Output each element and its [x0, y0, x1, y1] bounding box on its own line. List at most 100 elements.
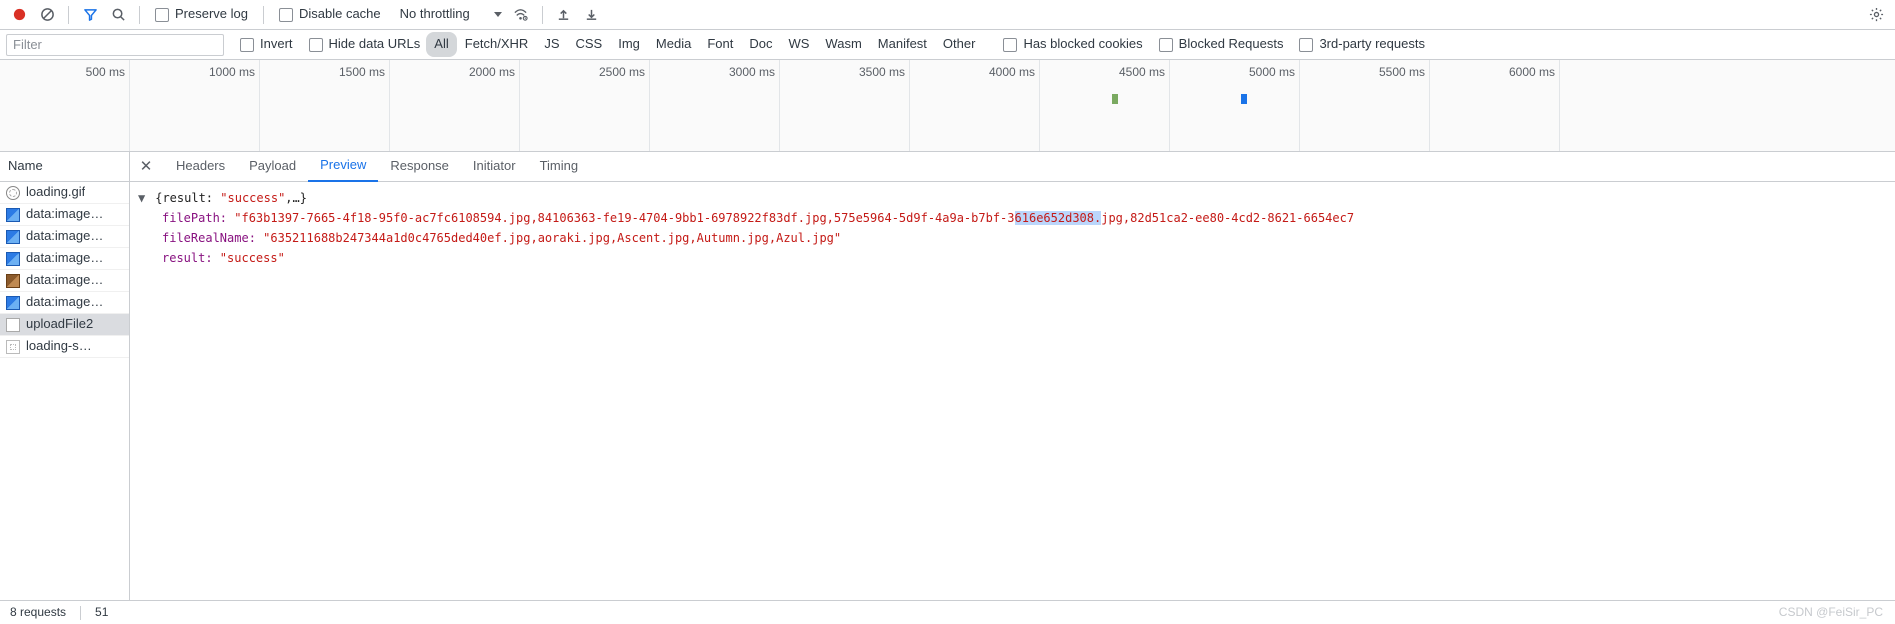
type-filter-other[interactable]: Other	[935, 32, 984, 56]
checkbox-icon	[1003, 38, 1017, 52]
network-conditions-button[interactable]	[508, 2, 534, 28]
checkbox-icon	[240, 38, 254, 52]
blocked-requests-label: Blocked Requests	[1179, 35, 1284, 53]
request-row[interactable]: loading-s…	[0, 336, 129, 358]
preview-panel[interactable]: ▼ {result: "success",…} filePath: "f63b1…	[130, 182, 1895, 600]
doc-resource-icon	[6, 318, 20, 332]
checkbox-icon	[1299, 38, 1313, 52]
clear-button[interactable]	[34, 2, 60, 28]
request-name: data:image…	[26, 249, 103, 267]
transferred-size: 51	[95, 604, 108, 621]
json-property[interactable]: fileRealName: "635211688b247344a1d0c4765…	[138, 228, 1887, 248]
type-filter-wasm[interactable]: Wasm	[817, 32, 869, 56]
tab-headers[interactable]: Headers	[164, 152, 237, 182]
json-value: "f63b1397-7665-4f18-95f0-ac7fc6108594.jp…	[234, 211, 1014, 225]
json-ellipsis: ,…}	[285, 191, 307, 205]
img-resource-icon	[6, 296, 20, 310]
json-property[interactable]: result: "success"	[138, 248, 1887, 268]
close-detail-button[interactable]: ✕	[134, 155, 158, 179]
request-row[interactable]: data:image…	[0, 226, 129, 248]
json-property[interactable]: filePath: "f63b1397-7665-4f18-95f0-ac7fc…	[138, 208, 1887, 228]
timeline-marker	[1112, 94, 1118, 104]
blocked-requests-checkbox[interactable]: Blocked Requests	[1153, 32, 1290, 58]
disclosure-triangle-icon[interactable]: ▼	[138, 188, 148, 208]
timeline-marker	[1241, 94, 1247, 104]
settings-button[interactable]	[1863, 2, 1889, 28]
separator	[68, 6, 69, 24]
json-value-selected: 616e652d308.	[1015, 211, 1102, 225]
request-detail: ✕ HeadersPayloadPreviewResponseInitiator…	[130, 152, 1895, 600]
invert-checkbox[interactable]: Invert	[234, 32, 299, 58]
request-row[interactable]: loading.gif	[0, 182, 129, 204]
request-name: loading.gif	[26, 183, 85, 201]
type-filter-doc[interactable]: Doc	[741, 32, 780, 56]
has-blocked-cookies-label: Has blocked cookies	[1023, 35, 1142, 53]
upload-har-button[interactable]	[551, 2, 577, 28]
throttling-select[interactable]: No throttling	[390, 5, 506, 23]
checkbox-icon	[155, 8, 169, 22]
preserve-log-label: Preserve log	[175, 5, 248, 23]
type-filter-manifest[interactable]: Manifest	[870, 32, 935, 56]
request-row[interactable]: data:image…	[0, 204, 129, 226]
main-split: Name loading.gifdata:image…data:image…da…	[0, 152, 1895, 600]
tab-preview[interactable]: Preview	[308, 152, 378, 182]
timeline-tick-label: 6000 ms	[1509, 64, 1555, 81]
json-root[interactable]: ▼ {result: "success",…}	[138, 188, 1887, 208]
json-value: "635211688b247344a1d0c4765ded40ef.jpg,ao…	[263, 231, 841, 245]
request-row[interactable]: data:image…	[0, 292, 129, 314]
waterfall-timeline[interactable]: 500 ms1000 ms1500 ms2000 ms2500 ms3000 m…	[0, 60, 1895, 152]
request-count: 8 requests	[10, 604, 66, 621]
type-filter-img[interactable]: Img	[610, 32, 648, 56]
type-filter-font[interactable]: Font	[699, 32, 741, 56]
type-filter-all[interactable]: All	[426, 32, 456, 56]
throttling-value: No throttling	[400, 5, 470, 23]
record-button[interactable]	[6, 2, 32, 28]
third-party-label: 3rd-party requests	[1319, 35, 1425, 53]
request-name: data:image…	[26, 205, 103, 223]
type-filter-media[interactable]: Media	[648, 32, 699, 56]
disable-cache-checkbox[interactable]: Disable cache	[272, 2, 388, 28]
tab-payload[interactable]: Payload	[237, 152, 308, 182]
json-value: "success"	[220, 251, 285, 265]
tab-initiator[interactable]: Initiator	[461, 152, 528, 182]
request-row[interactable]: data:image…	[0, 270, 129, 292]
gif-resource-icon	[6, 186, 20, 200]
third-party-checkbox[interactable]: 3rd-party requests	[1293, 32, 1431, 58]
search-button[interactable]	[105, 2, 131, 28]
preserve-log-checkbox[interactable]: Preserve log	[148, 2, 255, 28]
type-filter-fetchxhr[interactable]: Fetch/XHR	[457, 32, 537, 56]
request-list: Name loading.gifdata:image…data:image…da…	[0, 152, 130, 600]
oth-resource-icon	[6, 340, 20, 354]
separator	[80, 606, 81, 620]
type-filter-ws[interactable]: WS	[780, 32, 817, 56]
has-blocked-cookies-checkbox[interactable]: Has blocked cookies	[997, 32, 1148, 58]
status-bar: 8 requests 51 CSDN @FeiSir_PC	[0, 600, 1895, 624]
type-filter-css[interactable]: CSS	[568, 32, 611, 56]
name-column-header[interactable]: Name	[0, 152, 129, 182]
hide-data-urls-checkbox[interactable]: Hide data URLs	[303, 32, 427, 58]
json-brace: {result:	[155, 191, 220, 205]
filter-input[interactable]	[6, 34, 224, 56]
type-filter-js[interactable]: JS	[536, 32, 567, 56]
checkbox-icon	[309, 38, 323, 52]
json-value: "success"	[220, 191, 285, 205]
tab-timing[interactable]: Timing	[528, 152, 591, 182]
img-resource-icon	[6, 208, 20, 222]
separator	[263, 6, 264, 24]
img-resource-icon	[6, 230, 20, 244]
request-name: loading-s…	[26, 337, 92, 355]
watermark: CSDN @FeiSir_PC	[1779, 604, 1883, 621]
filter-toggle[interactable]	[77, 2, 103, 28]
invert-label: Invert	[260, 35, 293, 53]
resource-type-filters: AllFetch/XHRJSCSSImgMediaFontDocWSWasmMa…	[426, 32, 983, 56]
timeline-tick: 6000 ms	[0, 60, 1560, 151]
img-resource-icon	[6, 252, 20, 266]
json-key: result:	[162, 251, 220, 265]
filter-bar: Invert Hide data URLs AllFetch/XHRJSCSSI…	[0, 30, 1895, 60]
request-row[interactable]: uploadFile2	[0, 314, 129, 336]
request-name: uploadFile2	[26, 315, 93, 333]
separator	[139, 6, 140, 24]
request-row[interactable]: data:image…	[0, 248, 129, 270]
tab-response[interactable]: Response	[378, 152, 461, 182]
download-har-button[interactable]	[579, 2, 605, 28]
